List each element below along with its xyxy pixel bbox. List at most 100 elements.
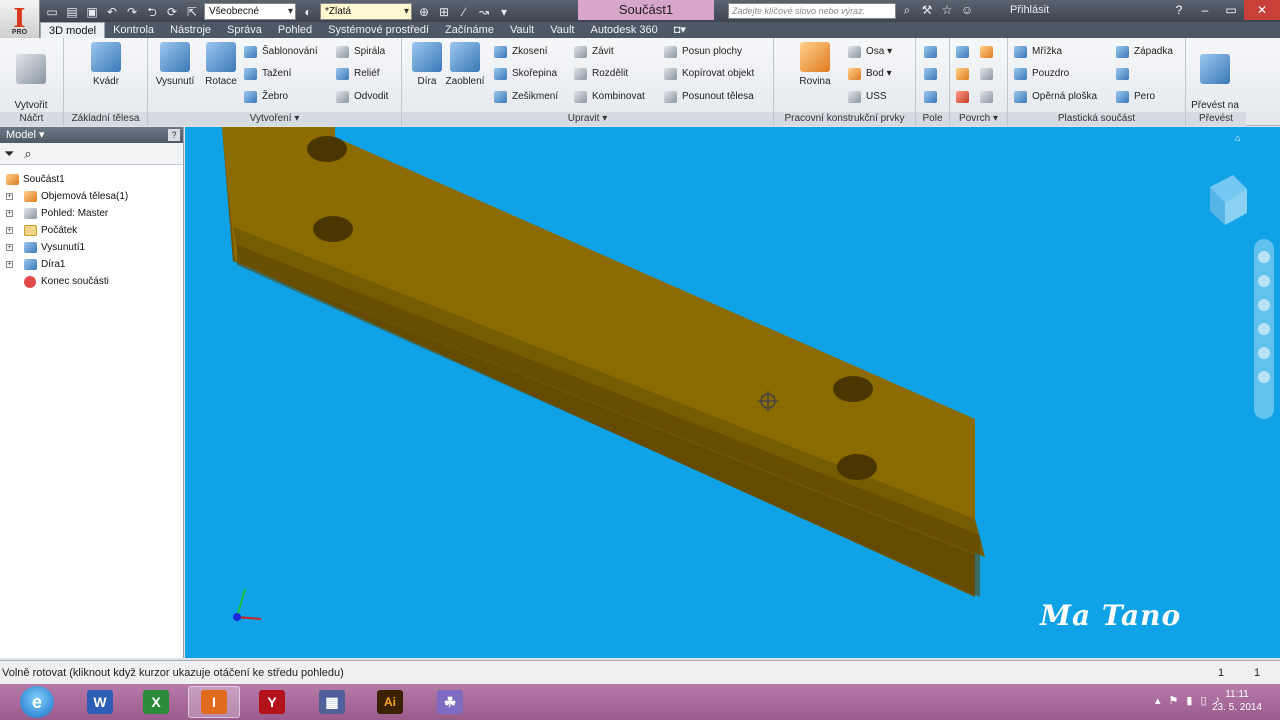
expand-icon[interactable]: + [6, 261, 13, 268]
sculpt-button[interactable] [956, 66, 970, 82]
revolve-button[interactable]: Rotace [196, 42, 246, 88]
maximize-button[interactable]: ▭ [1218, 0, 1244, 20]
help-icon[interactable]: ? [1166, 0, 1192, 20]
panel-title-modify[interactable]: Upravit ▾ [402, 112, 773, 126]
zoom-icon[interactable] [1258, 299, 1270, 311]
network-icon[interactable]: ▮ [1186, 694, 1192, 707]
other-taskbar-button[interactable]: ☘ [424, 686, 476, 718]
look-at-icon[interactable] [1258, 347, 1270, 359]
save-icon[interactable]: ▣ [84, 4, 100, 20]
illustrator-taskbar-button[interactable]: Ai [364, 686, 416, 718]
sketch-icon[interactable]: ∕ [456, 4, 472, 20]
curve-icon[interactable]: ↝ [476, 4, 492, 20]
login-link[interactable]: Přihlásit [1010, 4, 1049, 16]
acrobat-taskbar-button[interactable]: Y [246, 686, 298, 718]
panel-title-surface[interactable]: Povrch ▾ [950, 112, 1007, 126]
browser-help-icon[interactable]: ? [168, 129, 180, 141]
tree-item-solid-bodies[interactable]: + Objemová tělesa(1) [0, 188, 183, 205]
word-taskbar-button[interactable]: W [74, 686, 126, 718]
rect-pattern-button[interactable] [924, 44, 938, 60]
clock[interactable]: 11:11 23. 5. 2014 [1212, 688, 1262, 714]
tree-item-part[interactable]: Součást1 [0, 171, 183, 188]
tab-overflow[interactable]: ◘▾ [666, 22, 694, 38]
viewcube-icon[interactable] [1210, 175, 1247, 225]
minimize-button[interactable]: – [1192, 0, 1218, 20]
mirror-button[interactable] [924, 89, 938, 105]
tab-tools[interactable]: Nástroje [162, 22, 219, 38]
combine-button[interactable]: Kombinovat [574, 89, 645, 105]
coil-button[interactable]: Spirála [336, 44, 385, 60]
orbit-icon[interactable] [1258, 323, 1270, 335]
tree-item-origin[interactable]: + Počátek [0, 222, 183, 239]
tab-3d-model[interactable]: 3D model [40, 22, 106, 38]
expand-icon[interactable]: + [6, 193, 13, 200]
tools-icon[interactable]: ⚒ [920, 3, 934, 18]
tab-inspect[interactable]: Kontrola [105, 22, 162, 38]
new-file-icon[interactable]: ▭ [44, 4, 60, 20]
loft-button[interactable]: Šablonování [244, 44, 318, 60]
tree-item-end-of-part[interactable]: Konec součásti [0, 273, 183, 290]
thicken-button[interactable] [956, 44, 970, 60]
application-menu-button[interactable]: I PRO [0, 0, 40, 38]
plane-button[interactable]: Rovina [790, 42, 840, 88]
find-icon[interactable]: ⌕ [24, 146, 31, 162]
grill-button[interactable]: Mřížka [1014, 44, 1062, 60]
color-icon[interactable]: ◐ [300, 4, 316, 20]
open-icon[interactable]: ▤ [64, 4, 80, 20]
more-icon[interactable]: ▾ [496, 4, 512, 20]
filter-icon[interactable]: ⏷ [4, 146, 14, 162]
patch-button[interactable] [980, 66, 994, 82]
home-view-icon[interactable]: ⌂ [1235, 133, 1240, 143]
inventor-taskbar-button[interactable]: I [188, 686, 240, 718]
material-combo[interactable]: *Zlatá [320, 3, 412, 20]
ucs-button[interactable]: USS [848, 89, 887, 105]
rule-fillet-button[interactable] [1116, 66, 1134, 82]
select-icon[interactable]: ⇱ [184, 4, 200, 20]
tab-manage[interactable]: Správa [219, 22, 270, 38]
close-button[interactable]: ✕ [1244, 0, 1280, 20]
undo-icon[interactable]: ↶ [104, 4, 120, 20]
ie-icon[interactable]: e [20, 686, 54, 718]
expand-icon[interactable]: + [6, 244, 13, 251]
thread-button[interactable]: Závit [574, 44, 614, 60]
push-pull-button[interactable]: Posun plochy [664, 44, 742, 60]
point-button[interactable]: Bod ▾ [848, 66, 892, 82]
flag-icon[interactable]: ⚑ [1169, 694, 1179, 707]
shell-button[interactable]: Skořepina [494, 66, 557, 82]
media-taskbar-button[interactable]: ▦ [306, 686, 358, 718]
help-search-input[interactable]: Zadejte klíčové slovo nebo výraz. [728, 3, 896, 19]
pan-icon[interactable] [1258, 275, 1270, 287]
circ-pattern-button[interactable] [924, 66, 938, 82]
tab-autodesk-360[interactable]: Autodesk 360 [582, 22, 665, 38]
boss-button[interactable]: Pouzdro [1014, 66, 1069, 82]
trim-button[interactable] [956, 89, 970, 105]
panel-title-create[interactable]: Vytvoření ▾ [148, 112, 401, 126]
draft-button[interactable]: Zešikmení [494, 89, 558, 105]
copy-object-button[interactable]: Kopírovat objekt [664, 66, 754, 82]
redo-icon[interactable]: ↷ [124, 4, 140, 20]
measure-icon[interactable]: ⊞ [436, 4, 452, 20]
nav-menu-icon[interactable] [1258, 371, 1270, 383]
derive-button[interactable]: Odvodit [336, 89, 388, 105]
adjust-icon[interactable]: ⊕ [416, 4, 432, 20]
move-bodies-button[interactable]: Posunout tělesa [664, 89, 754, 105]
extrude-button[interactable]: Vysunutí [150, 42, 200, 88]
tab-vault-2[interactable]: Vault [542, 22, 582, 38]
excel-taskbar-button[interactable]: X [130, 686, 182, 718]
battery-icon[interactable]: ▯ [1200, 694, 1206, 707]
return-icon[interactable]: ⮌ [144, 4, 160, 20]
user-icon[interactable]: ☺ [960, 3, 974, 18]
tab-environments[interactable]: Systémové prostředí [320, 22, 437, 38]
stitch-button[interactable] [980, 44, 994, 60]
box-button[interactable]: Kvádr [81, 42, 131, 88]
delete-face-button[interactable] [980, 89, 994, 105]
sweep-button[interactable]: Tažení [244, 66, 291, 82]
axis-button[interactable]: Osa ▾ [848, 44, 892, 60]
update-icon[interactable]: ⟳ [164, 4, 180, 20]
tab-get-started[interactable]: Začínáme [437, 22, 502, 38]
tab-view[interactable]: Pohled [270, 22, 320, 38]
style-combo[interactable]: Všeobecné [204, 3, 296, 20]
graphics-viewport[interactable]: ⌂ Ma Tano [185, 127, 1250, 658]
tree-item-extrusion[interactable]: + Vysunutí1 [0, 239, 183, 256]
expand-icon[interactable]: + [6, 227, 13, 234]
